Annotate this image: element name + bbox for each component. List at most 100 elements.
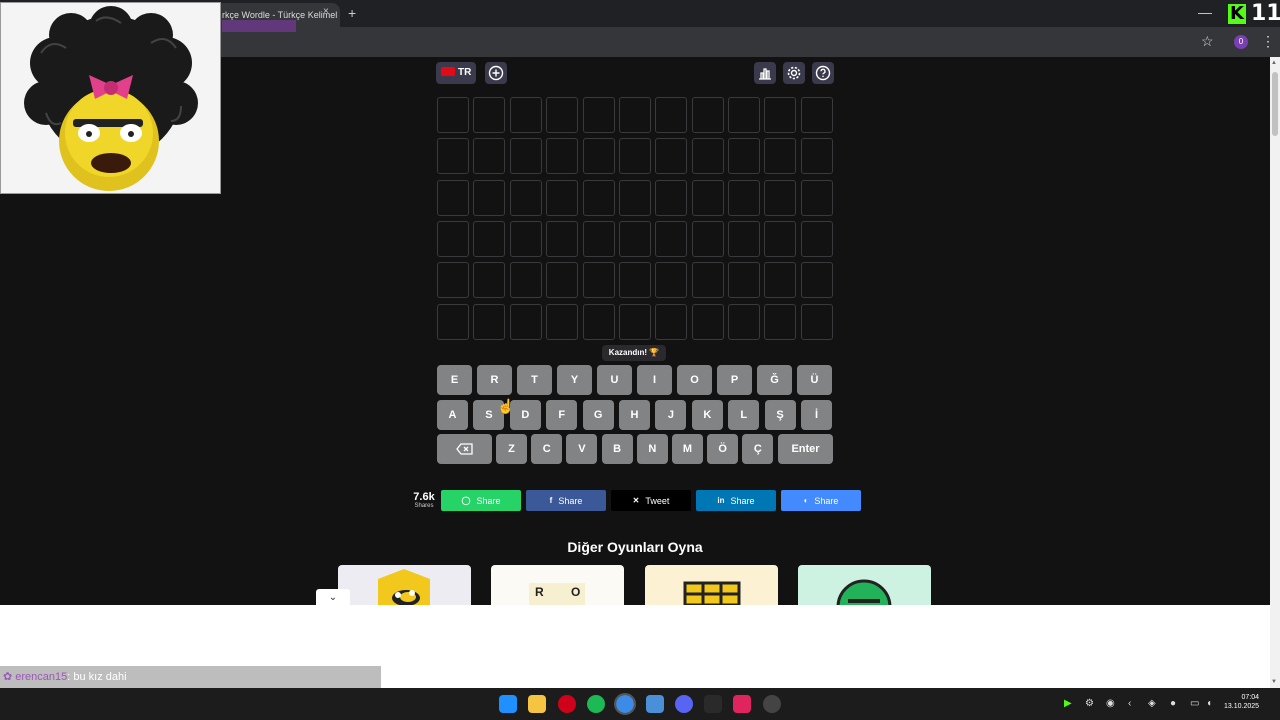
grid-cell	[619, 221, 651, 257]
tab-close-icon[interactable]: ×	[323, 6, 329, 17]
settings-button[interactable]	[783, 62, 805, 84]
grid-cell	[692, 304, 724, 340]
mouse-cursor-icon: ☝	[497, 398, 515, 414]
turkey-flag-icon	[441, 67, 455, 76]
key[interactable]: I	[637, 365, 672, 395]
backspace-icon	[455, 443, 473, 455]
grid-cell	[473, 221, 505, 257]
browser-menu-icon[interactable]: ⋮	[1261, 33, 1275, 50]
grid-cell	[728, 138, 760, 174]
share-button-whatsapp[interactable]: ◯ Share	[441, 490, 521, 511]
tray-steam-icon[interactable]: ◈	[1148, 698, 1156, 709]
grid-puzzle-icon	[683, 581, 741, 605]
key[interactable]: İ	[801, 400, 832, 430]
grid-cell	[437, 138, 469, 174]
grid-cell	[583, 262, 615, 298]
file-explorer-icon[interactable]	[528, 695, 546, 713]
key[interactable]: Ğ	[757, 365, 792, 395]
scroll-up-icon[interactable]: ▲	[1271, 60, 1277, 66]
key[interactable]: Ü	[797, 365, 832, 395]
scroll-down-icon[interactable]: ▼	[1271, 679, 1277, 685]
key[interactable]: F	[546, 400, 578, 430]
grid-cell	[655, 180, 687, 216]
game-card-grid[interactable]	[645, 565, 778, 605]
clock-date: 13.10.2025	[1224, 703, 1260, 711]
grid-cell	[764, 262, 796, 298]
chrome-icon[interactable]	[614, 693, 636, 715]
new-tab-button[interactable]: +	[348, 5, 356, 21]
grid-cell	[583, 97, 615, 133]
tray-settings-icon[interactable]: ⚙	[1085, 698, 1094, 709]
key[interactable]: N	[636, 434, 668, 464]
key[interactable]: Y	[557, 365, 592, 395]
discord-icon[interactable]	[675, 695, 693, 713]
game-card-green[interactable]	[798, 565, 931, 605]
share-button-messenger[interactable]: ◐ Share	[781, 490, 861, 511]
grid-cell	[692, 180, 724, 216]
share-button-linkedin[interactable]: in Share	[696, 490, 776, 511]
key[interactable]: B	[601, 434, 633, 464]
scrollbar[interactable]	[1270, 57, 1280, 688]
key[interactable]: A	[437, 400, 468, 430]
bookmark-star-icon[interactable]: ☆	[1201, 33, 1214, 50]
stream-overlay-number: 11	[1251, 1, 1280, 26]
backspace-key[interactable]	[437, 434, 492, 464]
app-g-icon[interactable]	[704, 695, 722, 713]
tray-volume-icon[interactable]: ◖	[1206, 698, 1212, 709]
app-settings-icon[interactable]	[646, 695, 664, 713]
key[interactable]: O	[677, 365, 712, 395]
gear-icon	[787, 66, 801, 80]
share-label: Tweet	[645, 495, 670, 506]
key[interactable]: E	[437, 365, 472, 395]
tray-network-icon[interactable]: ▭	[1190, 698, 1199, 709]
obs-icon[interactable]	[763, 695, 781, 713]
scrollbar-thumb[interactable]	[1272, 72, 1278, 136]
key[interactable]: G	[582, 400, 614, 430]
tray-app-icon[interactable]: ◉	[1106, 698, 1115, 709]
game-card-bee[interactable]	[338, 565, 471, 605]
new-game-button[interactable]	[485, 62, 507, 84]
key[interactable]: C	[531, 434, 563, 464]
key[interactable]: V	[566, 434, 598, 464]
grid-cell	[583, 138, 615, 174]
tray-play-icon[interactable]: ▶	[1064, 698, 1072, 709]
grid-cell	[583, 304, 615, 340]
key[interactable]: U	[597, 365, 632, 395]
windows-start-icon[interactable]	[499, 695, 517, 713]
grid-cell	[728, 221, 760, 257]
clock-time: 07:04	[1241, 694, 1260, 701]
language-button[interactable]: TR	[436, 62, 476, 84]
key[interactable]: J	[655, 400, 687, 430]
minimize-button[interactable]: —	[1198, 4, 1212, 20]
taskbar-clock[interactable]: 07:04 13.10.2025	[1224, 693, 1259, 712]
key[interactable]: L	[728, 400, 760, 430]
game-card-letters[interactable]: R O	[491, 565, 624, 605]
help-button[interactable]	[812, 62, 834, 84]
key[interactable]: H	[619, 400, 650, 430]
tray-arrow-icon[interactable]: ‹	[1128, 698, 1131, 709]
profile-avatar[interactable]: 0	[1234, 35, 1248, 49]
key[interactable]: K	[691, 400, 723, 430]
key[interactable]: Ş	[764, 400, 796, 430]
grid-cell	[692, 138, 724, 174]
enter-key[interactable]: Enter	[778, 434, 833, 464]
grid-cell	[619, 97, 651, 133]
key[interactable]: Ö	[707, 434, 739, 464]
grid-cell	[546, 97, 578, 133]
key[interactable]: Z	[496, 434, 527, 464]
key[interactable]: P	[717, 365, 752, 395]
share-button-x[interactable]: ✕ Tweet	[611, 490, 691, 511]
app-v-icon[interactable]	[733, 695, 751, 713]
stats-button[interactable]	[754, 62, 776, 84]
key[interactable]: R	[477, 365, 512, 395]
key[interactable]: T	[517, 365, 552, 395]
card-letter-o: O	[571, 585, 581, 599]
key[interactable]: D	[509, 400, 541, 430]
tray-mic-icon[interactable]: ●	[1170, 698, 1176, 709]
spotify-icon[interactable]	[587, 695, 605, 713]
opera-icon[interactable]	[558, 695, 576, 713]
key[interactable]: Ç	[742, 434, 774, 464]
grid-cell	[801, 221, 833, 257]
key[interactable]: M	[672, 434, 703, 464]
share-button-facebook[interactable]: f Share	[526, 490, 606, 511]
